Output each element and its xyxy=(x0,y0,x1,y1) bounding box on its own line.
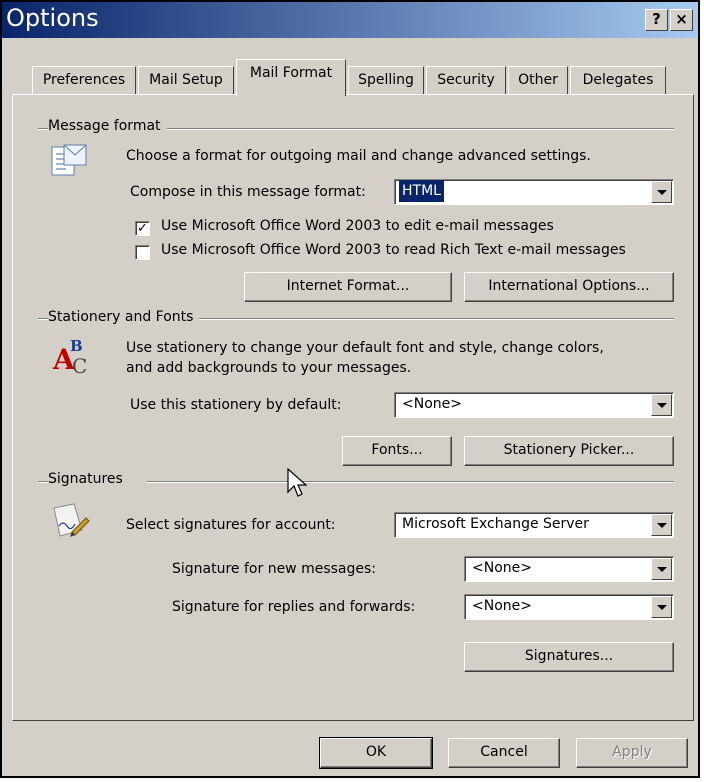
signature-pen-icon xyxy=(53,503,90,537)
default-stationery-select[interactable]: <None> xyxy=(394,392,674,418)
word-read-checkbox[interactable] xyxy=(135,245,150,260)
new-message-signature-value: <None> xyxy=(472,560,532,576)
apply-button[interactable]: Apply xyxy=(576,738,688,768)
title-bar[interactable]: Options ? × xyxy=(2,2,698,38)
default-stationery-label: Use this stationery by default: xyxy=(130,397,342,413)
tab-preferences[interactable]: Preferences xyxy=(32,66,136,94)
chevron-down-icon[interactable] xyxy=(651,181,672,203)
window-title: Options xyxy=(6,4,99,32)
compose-format-label: Compose in this message format: xyxy=(130,184,366,200)
chevron-down-icon[interactable] xyxy=(651,558,672,580)
new-message-signature-label: Signature for new messages: xyxy=(172,561,377,577)
cancel-button[interactable]: Cancel xyxy=(448,738,560,768)
tab-spelling[interactable]: Spelling xyxy=(348,66,424,94)
chevron-down-icon[interactable] xyxy=(651,596,672,618)
svg-text:B: B xyxy=(70,337,83,355)
chevron-down-icon[interactable] xyxy=(651,514,672,536)
signatures-heading: Signatures xyxy=(48,471,147,487)
stationery-heading: Stationery and Fonts xyxy=(48,309,200,325)
compose-format-value: HTML xyxy=(399,180,444,202)
ok-button[interactable]: OK xyxy=(319,737,433,769)
message-format-heading: Message format xyxy=(48,118,167,134)
signatures-button[interactable]: Signatures... xyxy=(464,642,674,672)
signature-account-value: Microsoft Exchange Server xyxy=(402,516,589,532)
tab-mail-format[interactable]: Mail Format xyxy=(236,59,346,96)
help-button[interactable]: ? xyxy=(645,9,668,31)
mouse-cursor-icon xyxy=(287,468,308,497)
reply-signature-select[interactable]: <None> xyxy=(464,594,674,620)
svg-text:C: C xyxy=(72,354,87,376)
default-stationery-value: <None> xyxy=(402,396,462,412)
signature-account-label: Select signatures for account: xyxy=(126,517,336,533)
tab-mail-setup[interactable]: Mail Setup xyxy=(138,66,234,94)
fonts-button[interactable]: Fonts... xyxy=(342,436,452,466)
chevron-down-icon[interactable] xyxy=(651,394,672,416)
options-dialog: Options ? × Preferences Mail Setup Mail … xyxy=(0,0,700,778)
word-edit-checkbox[interactable]: ✓ xyxy=(135,221,150,236)
word-edit-label: Use Microsoft Office Word 2003 to edit e… xyxy=(161,218,554,234)
reply-signature-value: <None> xyxy=(472,598,532,614)
stationery-fonts-icon: A B C xyxy=(52,337,87,376)
tab-other[interactable]: Other xyxy=(508,66,568,94)
reply-signature-label: Signature for replies and forwards: xyxy=(172,599,416,615)
message-format-description: Choose a format for outgoing mail and ch… xyxy=(126,148,591,164)
international-options-button[interactable]: International Options... xyxy=(464,272,674,302)
tab-delegates[interactable]: Delegates xyxy=(570,66,666,94)
stationery-description-line2: and add backgrounds to your messages. xyxy=(126,360,412,376)
close-button[interactable]: × xyxy=(670,9,693,31)
signature-account-select[interactable]: Microsoft Exchange Server xyxy=(394,512,674,538)
tab-security[interactable]: Security xyxy=(426,66,506,94)
word-read-label: Use Microsoft Office Word 2003 to read R… xyxy=(161,242,626,258)
message-format-icon xyxy=(51,144,87,176)
internet-format-button[interactable]: Internet Format... xyxy=(244,272,452,302)
stationery-description-line1: Use stationery to change your default fo… xyxy=(126,340,604,356)
stationery-picker-button[interactable]: Stationery Picker... xyxy=(464,436,674,466)
new-message-signature-select[interactable]: <None> xyxy=(464,556,674,582)
compose-format-select[interactable]: HTML xyxy=(394,179,674,205)
